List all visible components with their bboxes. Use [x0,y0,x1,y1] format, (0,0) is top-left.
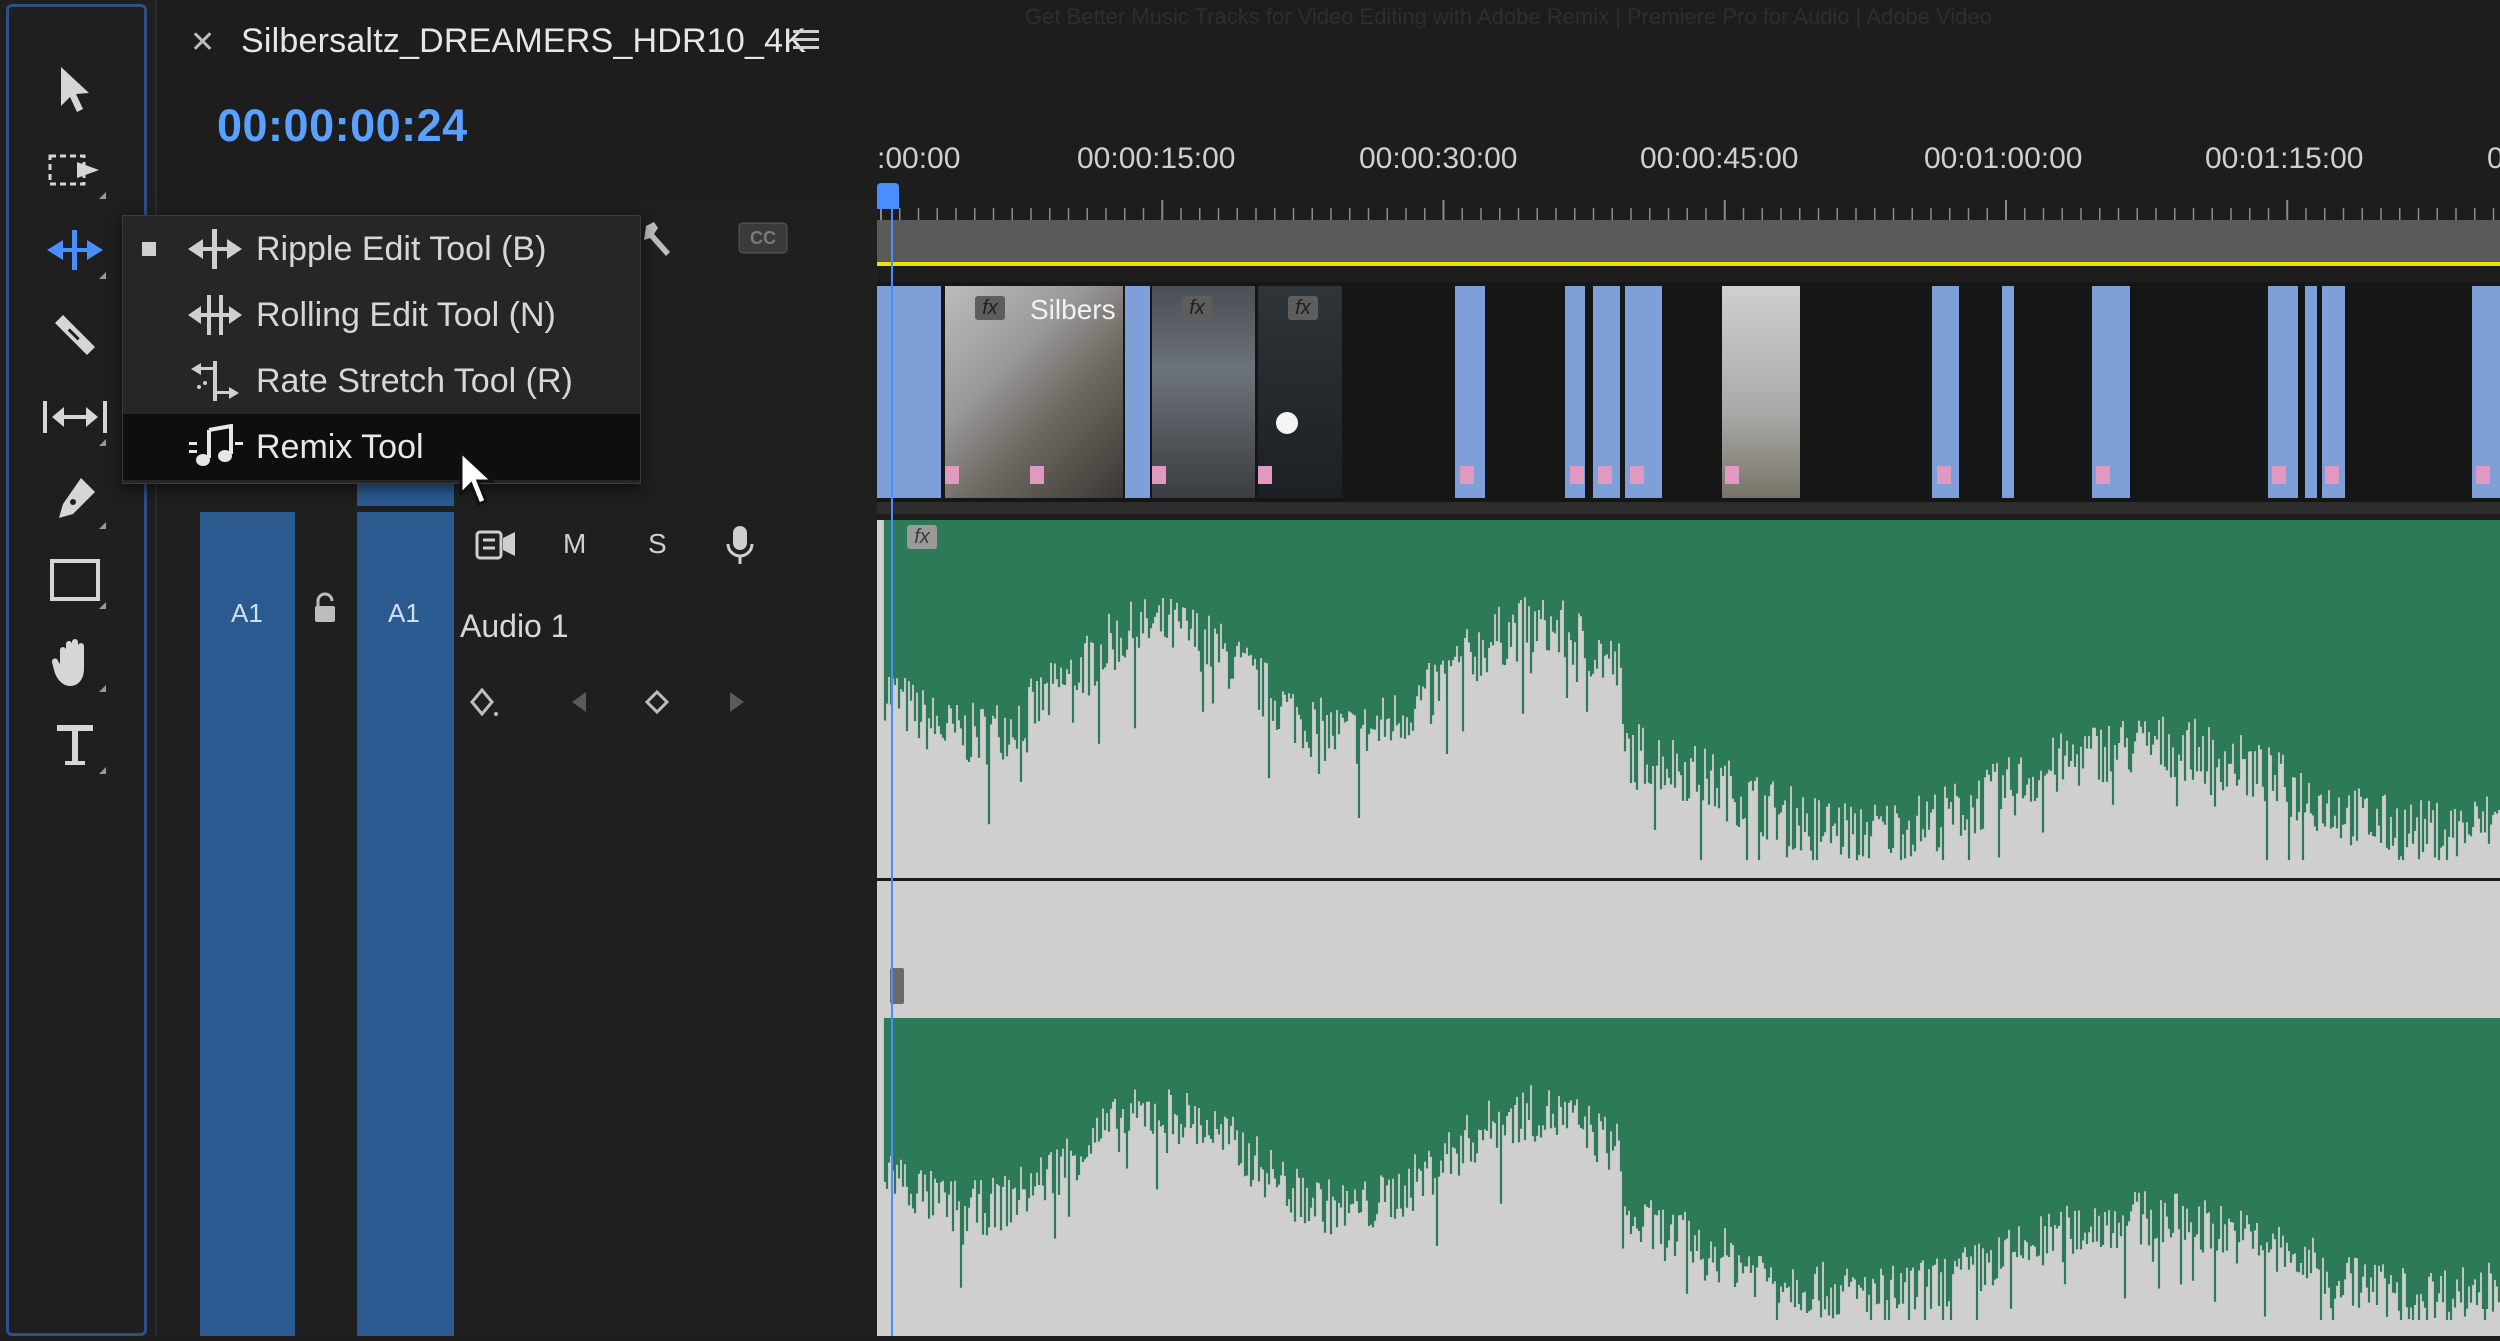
hand-tool-icon [51,639,84,686]
ripple-edit-tool-button[interactable] [30,215,120,285]
menu-item-rolling-edit[interactable]: Rolling Edit Tool (N) [123,282,640,348]
clip-marker [2096,466,2110,484]
captions-icon[interactable]: CC [738,222,788,259]
clip-marker [1030,466,1044,484]
type-tool-button[interactable] [30,710,120,780]
ruler-tick-label: 00:00:15:00 [1077,142,1236,175]
menu-item-label: Rolling Edit Tool (N) [256,295,556,334]
video-clip[interactable]: fx [1152,286,1255,498]
clip-marker [1598,466,1612,484]
clip-marker [1630,466,1644,484]
mute-track-button[interactable]: M [563,528,586,560]
panel-menu-icon[interactable] [793,28,819,57]
ruler-tick-label: 0 [2487,142,2500,175]
playhead-line[interactable] [891,200,893,1336]
menu-item-label: Rate Stretch Tool (R) [256,361,573,400]
target-track-a1[interactable] [357,512,454,1336]
solo-track-button[interactable]: S [648,528,667,560]
track-target-label: A1 [388,598,420,628]
voice-over-record-icon[interactable] [725,524,755,575]
pen-tool-icon [59,478,95,518]
clip-marker [1258,466,1272,484]
sequence-tab-title[interactable]: Silbersaltz_DREAMERS_HDR10_4K [241,22,806,61]
previous-keyframe-icon[interactable] [572,692,586,712]
svg-text:CC: CC [750,228,776,248]
remix-tool-icon [183,424,247,470]
track-select-tool-icon [48,154,99,186]
add-keyframe-icon[interactable] [644,689,670,715]
type-tool-icon [57,725,93,765]
audio-track-a1[interactable] [877,520,2500,1336]
ruler-tick-label: 00:01:15:00 [2205,142,2364,175]
clip-marker [2476,466,2490,484]
menu-item-label: Remix Tool [256,427,424,466]
clip-marker [1152,466,1166,484]
clip-marker [2272,466,2286,484]
ripple-edit-tool-icon [47,230,103,270]
source-patch-label: A1 [231,598,263,628]
rolling-edit-icon [183,292,247,338]
video-clip[interactable] [1125,286,1150,498]
audio-track-name[interactable]: Audio 1 [460,608,569,645]
edit-tool-flyout-menu: Ripple Edit Tool (B) Rolling Edit Tool (… [122,215,641,484]
menu-item-remix-tool[interactable]: Remix Tool [123,414,640,480]
lock-icon[interactable] [310,592,340,631]
ripple-edit-icon [183,226,247,272]
close-tab-icon[interactable]: ✕ [190,25,215,60]
slip-tool-icon [43,401,107,433]
rate-stretch-icon [183,358,247,404]
audio-channel-divider [877,878,2500,881]
audio-waveform [883,520,2500,1321]
clip-marker [945,466,959,484]
track-select-tool-button[interactable] [30,135,120,205]
menu-item-rate-stretch[interactable]: Rate Stretch Tool (R) [123,348,640,414]
selection-tool-icon [61,67,89,112]
time-ruler[interactable]: :00:00 00:00:15:00 00:00:30:00 00:00:45:… [877,130,2500,220]
playhead-handle[interactable] [877,183,899,209]
ruler-tick-label: 00:00:45:00 [1640,142,1799,175]
keyframe-controls [470,684,770,729]
video-clip[interactable] [2305,286,2317,498]
clip-name: Silbers [1030,294,1116,325]
rectangle-tool-icon [50,559,100,601]
work-area-render-line [877,262,2500,266]
fx-badge: fx [907,525,937,549]
playhead-timecode[interactable]: 00:00:00:24 [217,100,468,152]
sync-lock-icon[interactable] [475,528,517,569]
ruler-ticks [880,200,2495,220]
mouse-cursor [458,448,498,517]
clip-marker [1937,466,1951,484]
source-patch-a1[interactable] [200,512,295,1336]
video-clip[interactable] [877,286,941,498]
background-window-title: Get Better Music Tracks for Video Editin… [1025,4,1992,29]
fx-badge: fx [1182,296,1212,320]
menu-item-ripple-edit[interactable]: Ripple Edit Tool (B) [123,216,640,282]
clip-marker [1460,466,1474,484]
hand-tool-button[interactable] [30,628,120,698]
fx-badge: fx [1288,296,1318,320]
razor-tool-button[interactable] [30,300,120,370]
tools-panel [0,0,157,1336]
wrench-icon[interactable] [640,218,682,265]
ruler-tick-label: :00:00 [877,142,961,175]
track-divider [877,502,2500,514]
razor-tool-icon [55,315,95,355]
keyframe-options-icon[interactable] [470,687,498,717]
slip-tool-button[interactable] [30,382,120,452]
fx-badge: fx [975,296,1005,320]
video-clip[interactable] [2002,286,2014,498]
audio-fx-badge: fx [907,525,937,549]
menu-item-label: Ripple Edit Tool (B) [256,229,547,268]
work-area-bar[interactable] [877,220,2500,264]
pen-tool-button[interactable] [30,465,120,535]
rectangle-tool-button[interactable] [30,545,120,615]
checked-indicator [142,242,156,256]
clip-marker [2325,466,2339,484]
next-keyframe-icon[interactable] [730,692,744,712]
selection-tool-button[interactable] [30,55,120,125]
ruler-tick-label: 00:01:00:00 [1924,142,2083,175]
ruler-tick-label: 00:00:30:00 [1359,142,1518,175]
clip-marker [1570,466,1584,484]
clip-marker [1725,466,1739,484]
